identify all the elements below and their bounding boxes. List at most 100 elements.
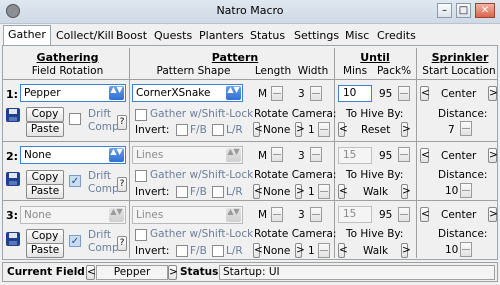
tab-credits[interactable]: Credits [375,27,418,45]
rotate-prev-button[interactable]: < [253,122,263,137]
copy-button[interactable]: Copy [26,107,64,122]
sprinkler-next-button[interactable]: > [488,148,498,163]
help-button[interactable]: ? [117,236,127,251]
rotate-count-stepper[interactable] [318,122,330,137]
drift-comp-checkbox[interactable] [69,235,81,247]
current-field-prev-button[interactable]: < [86,265,96,280]
tab-boost[interactable]: Boost [114,27,149,45]
return-prev-button[interactable]: < [338,243,348,258]
return-prev-button[interactable]: < [338,122,348,137]
minimize-button[interactable]: – [437,3,452,18]
rotate-prev-button[interactable]: < [253,243,263,258]
help-button[interactable]: ? [117,177,127,192]
copy-button[interactable]: Copy [26,229,64,244]
tab-quests[interactable]: Quests [152,27,194,45]
shift-lock-checkbox[interactable] [135,170,147,182]
rotate-count: 1 [308,186,315,198]
rotate-next-button[interactable]: > [295,184,305,199]
paste-button[interactable]: Paste [26,243,64,258]
shift-lock-label: Gather w/Shift-Lock [150,169,254,181]
sprinkler-prev-button[interactable]: < [420,86,430,101]
drift-comp-checkbox[interactable] [69,113,81,125]
sprinkler-next-button[interactable]: > [488,207,498,222]
width-stepper[interactable] [310,147,322,162]
distance-stepper[interactable] [460,183,472,198]
rotate-next-button[interactable]: > [295,122,305,137]
help-button[interactable]: ? [117,115,127,130]
paste-button[interactable]: Paste [26,122,64,137]
rotate-count-stepper[interactable] [318,184,330,199]
pack-value: 95 [379,209,393,221]
length-stepper[interactable] [271,207,283,222]
invert-fb-checkbox[interactable] [176,245,188,257]
combo-arrow-icon: ▲▼ [226,208,241,222]
invert-lr-label: L/R [226,245,243,257]
rotate-count-stepper[interactable] [318,243,330,258]
width-stepper[interactable] [310,86,322,101]
save-icon[interactable] [6,232,20,246]
mins-input[interactable]: 15 [338,206,372,223]
shift-lock-checkbox[interactable] [135,229,147,241]
mins-input[interactable]: 10 [338,85,372,102]
field-select-value: None [24,209,52,221]
return-next-button[interactable]: > [401,243,411,258]
pack-stepper[interactable] [398,86,410,101]
mins-input[interactable]: 15 [338,147,372,164]
return-prev-button[interactable]: < [338,184,348,199]
copy-button[interactable]: Copy [26,170,64,185]
distance-stepper[interactable] [460,242,472,257]
tab-settings[interactable]: Settings [292,27,341,45]
pack-value: 95 [379,150,393,162]
pattern-shape-select[interactable]: Lines ▲▼ [132,206,243,224]
shift-lock-checkbox[interactable] [135,109,147,121]
save-icon[interactable] [6,172,20,186]
width-stepper[interactable] [310,207,322,222]
length-unit: M [258,209,268,221]
sprinkler-prev-button[interactable]: < [420,148,430,163]
sprinkler-next-button[interactable]: > [488,86,498,101]
invert-fb-label: F/B [190,186,207,198]
tab-misc[interactable]: Misc [343,27,371,45]
tab-status[interactable]: Status [248,27,287,45]
field-select[interactable]: None ▲▼ [20,146,126,164]
status-label: Status: [180,266,223,278]
tab-planters[interactable]: Planters [197,27,246,45]
comp-label: Comp [88,121,119,133]
invert-lr-checkbox[interactable] [212,186,224,198]
close-button[interactable]: ✕ [475,3,495,18]
gathering-header: Gathering [36,51,99,64]
distance-label: Distance: [438,169,488,181]
pattern-shape-select[interactable]: Lines ▲▼ [132,146,243,164]
row-number: 3: [6,209,19,222]
invert-lr-checkbox[interactable] [212,245,224,257]
maximize-button[interactable]: □ [456,3,471,18]
paste-button[interactable]: Paste [26,184,64,199]
current-field-next-button[interactable]: > [168,265,178,280]
pack-header: Pack% [376,65,412,77]
tab-gather[interactable]: Gather [3,25,51,46]
return-next-button[interactable]: > [401,122,411,137]
invert-fb-checkbox[interactable] [176,124,188,136]
row-number: 2: [6,150,19,163]
field-select[interactable]: Pepper ▲▼ [20,84,126,102]
sprinkler-prev-button[interactable]: < [420,207,430,222]
rotate-next-button[interactable]: > [295,243,305,258]
distance-value: 7 [448,124,455,136]
field-select[interactable]: None ▲▼ [20,206,126,224]
save-icon[interactable] [6,108,20,122]
distance-stepper[interactable] [460,121,472,136]
invert-lr-checkbox[interactable] [212,124,224,136]
pattern-shape-select[interactable]: CornerXSnake ▲▼ [132,84,243,102]
drift-comp-checkbox[interactable] [69,175,81,187]
pack-stepper[interactable] [398,147,410,162]
combo-arrow-icon: ▲▼ [109,208,124,222]
length-stepper[interactable] [271,86,283,101]
tab-collect-kill[interactable]: Collect/Kill [54,27,116,45]
invert-lr-label: L/R [226,124,243,136]
rotate-prev-button[interactable]: < [253,184,263,199]
length-stepper[interactable] [271,147,283,162]
pack-stepper[interactable] [398,207,410,222]
invert-fb-checkbox[interactable] [176,186,188,198]
return-next-button[interactable]: > [401,184,411,199]
pattern-shape-value: Lines [136,149,164,161]
